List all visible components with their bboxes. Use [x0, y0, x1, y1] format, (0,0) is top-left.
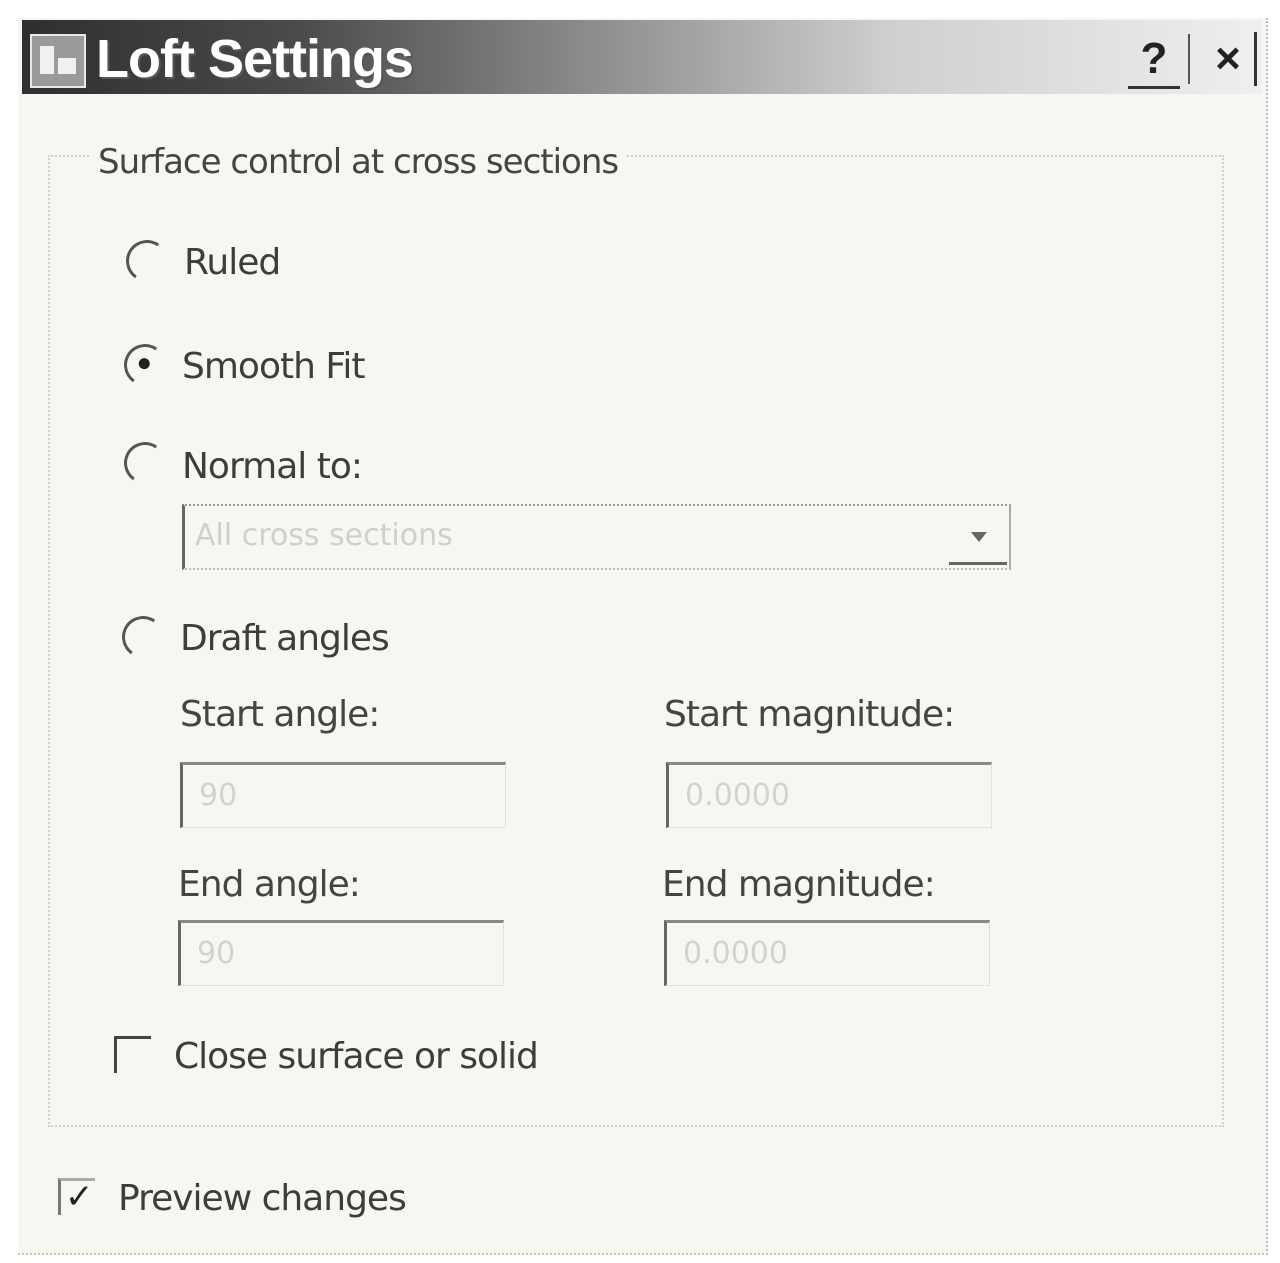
app-icon	[30, 34, 86, 88]
close-surface-label[interactable]: Close surface or solid	[174, 1036, 539, 1077]
title-bar[interactable]: Loft Settings ? ×	[22, 20, 1262, 94]
end-magnitude-input[interactable]: 0.0000	[664, 920, 990, 986]
draft-angles-label[interactable]: Draft angles	[180, 618, 390, 659]
start-angle-label: Start angle:	[180, 694, 380, 735]
start-magnitude-input[interactable]: 0.0000	[666, 762, 992, 828]
normal-to-label[interactable]: Normal to:	[182, 446, 363, 487]
ruled-label[interactable]: Ruled	[184, 242, 281, 283]
help-button[interactable]: ?	[1128, 32, 1180, 89]
smooth-fit-label[interactable]: Smooth Fit	[182, 346, 366, 387]
close-button[interactable]: ×	[1202, 32, 1257, 86]
start-magnitude-label: Start magnitude:	[664, 694, 955, 735]
end-magnitude-label: End magnitude:	[662, 864, 936, 905]
start-magnitude-value: 0.0000	[685, 778, 790, 813]
end-angle-value: 90	[197, 936, 236, 971]
end-angle-label: End angle:	[178, 864, 361, 905]
preview-changes-label[interactable]: Preview changes	[118, 1178, 407, 1219]
titlebar-separator	[1188, 34, 1190, 84]
start-angle-input[interactable]: 90	[180, 762, 506, 828]
checkmark-icon: ✓	[65, 1177, 94, 1217]
surface-control-group-label: Surface control at cross sections	[90, 142, 627, 182]
close-surface-checkbox[interactable]	[114, 1036, 151, 1073]
preview-changes-checkbox[interactable]: ✓	[58, 1177, 95, 1217]
end-magnitude-value: 0.0000	[683, 936, 788, 971]
loft-settings-dialog: Loft Settings ? × Surface control at cro…	[18, 18, 1268, 1255]
chevron-down-icon[interactable]	[949, 510, 1007, 565]
normal-to-dropdown-value: All cross sections	[195, 518, 453, 553]
end-angle-input[interactable]: 90	[178, 920, 504, 986]
start-angle-value: 90	[199, 778, 238, 813]
normal-to-dropdown[interactable]: All cross sections	[182, 504, 1011, 570]
window-title: Loft Settings	[96, 29, 414, 89]
